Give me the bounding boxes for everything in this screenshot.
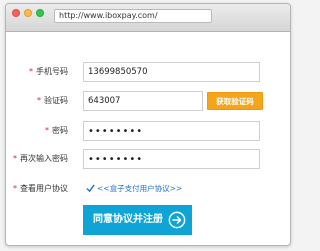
close-window-button[interactable] (12, 9, 20, 17)
get-code-button[interactable]: 获取验证码 (207, 92, 263, 110)
password-confirm-label-text: 再次输入密码 (20, 154, 68, 163)
phone-label-text: 手机号码 (36, 67, 68, 76)
address-bar[interactable]: http://www.iboxpay.com/ (54, 9, 212, 23)
password-row: * 密码 (6, 121, 290, 141)
agreement-checkbox[interactable] (86, 184, 95, 193)
password-label: * 密码 (45, 121, 68, 141)
code-row: *验证码 获取验证码 (6, 91, 290, 111)
agreement-label: * 查看用户协议 (13, 182, 68, 196)
phone-input[interactable] (83, 62, 260, 82)
required-marker: * (37, 96, 41, 105)
password-confirm-label: * 再次输入密码 (13, 149, 68, 169)
code-label-text: 验证码 (44, 96, 68, 105)
code-label: * 验证码 (37, 91, 68, 111)
agreement-label-text: 查看用户协议 (20, 184, 68, 193)
browser-titlebar: http://www.iboxpay.com/ (6, 4, 290, 32)
required-marker: * (13, 184, 17, 193)
password-confirm-input[interactable] (83, 149, 260, 169)
submit-label: 同意协议并注册 (93, 214, 163, 225)
registration-form: *手机号码 *验证码 获取验证码 *密码 *再次输入密码 *查看用户协议 <<盒… (6, 32, 290, 245)
minimize-window-button[interactable] (24, 9, 32, 17)
required-marker: * (13, 154, 17, 163)
phone-row: * 手机号码 (6, 62, 290, 82)
verification-code-input[interactable] (83, 91, 203, 111)
browser-window: http://www.iboxpay.com/ *手机号码 *验证码 获取验证码… (5, 3, 291, 246)
password-label-text: 密码 (52, 126, 68, 135)
checkmark-icon (86, 184, 95, 193)
agreement-row: * 查看用户协议 <<盒子支付用户协议>> (6, 182, 290, 196)
phone-label: * 手机号码 (29, 62, 68, 82)
circle-arrow-right-icon (168, 211, 186, 229)
user-agreement-link[interactable]: <<盒子支付用户协议>> (97, 182, 182, 196)
password-confirm-row: * 再次输入密码 (6, 149, 290, 169)
zoom-window-button[interactable] (36, 9, 44, 17)
required-marker: * (29, 67, 33, 76)
password-input[interactable] (83, 121, 260, 141)
required-marker: * (45, 126, 49, 135)
agree-and-register-button[interactable]: 同意协议并注册 (83, 205, 192, 235)
